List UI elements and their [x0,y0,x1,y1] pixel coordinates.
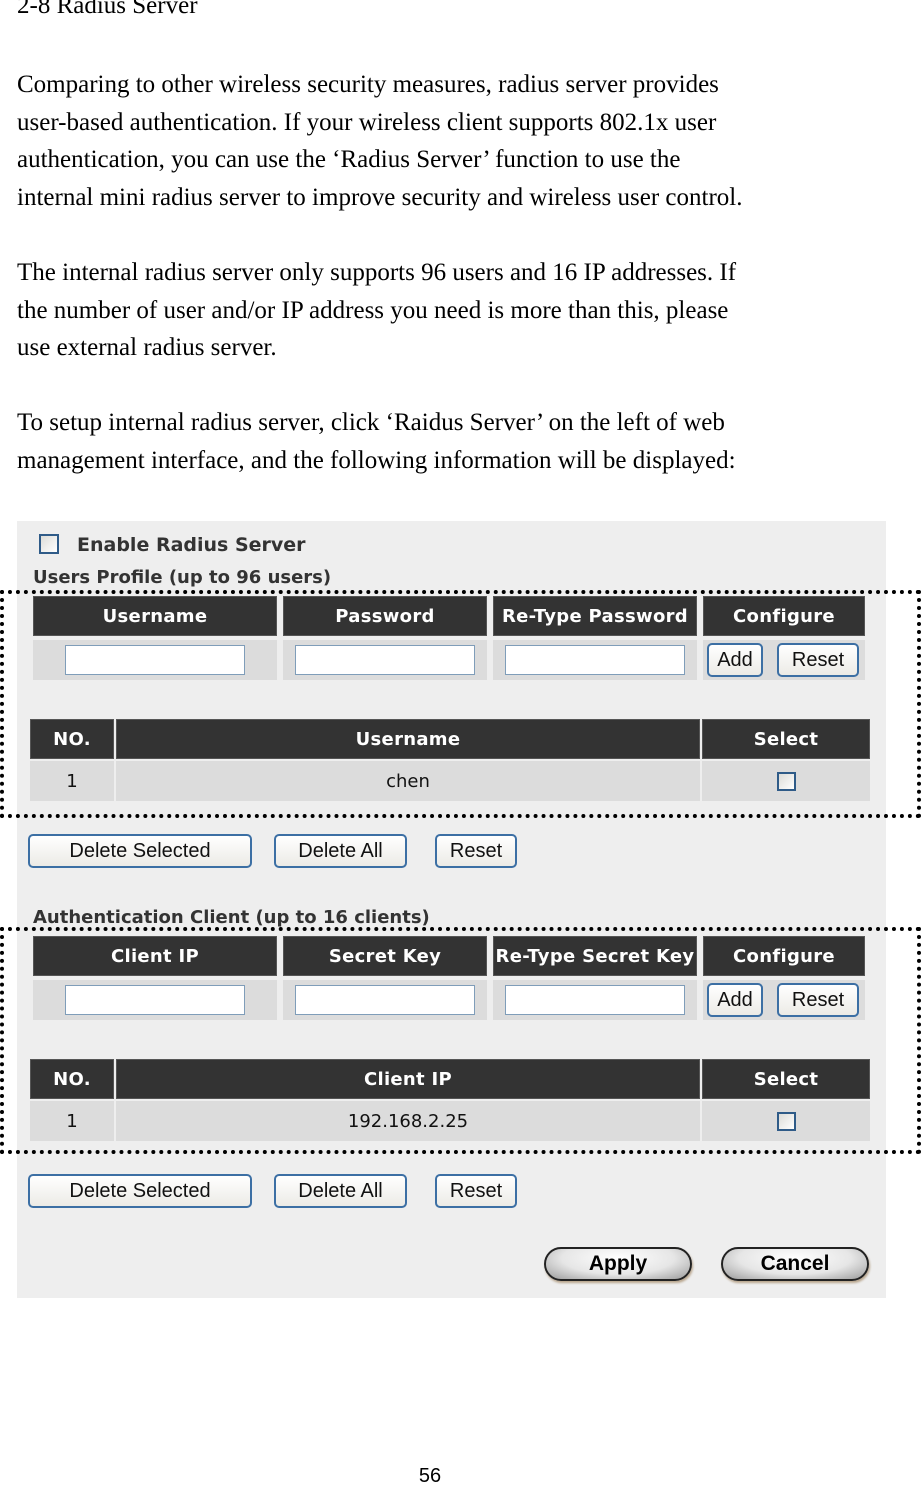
setup-paragraph: To setup internal radius server, click ‘… [17,409,736,474]
enable-radius-checkbox[interactable] [39,534,59,554]
users-row-select-checkbox[interactable] [776,771,796,791]
retype-secret-key-input[interactable] [505,985,685,1015]
clients-header-client-ip: Client IP [33,936,277,976]
users-delete-all-button[interactable]: Delete All [274,834,407,868]
client-ip-input[interactable] [65,985,245,1015]
clients-header-retype-secret-key: Re-Type Secret Key [493,936,697,976]
users-reset-button[interactable]: Reset [777,643,859,677]
users-header-password: Password [283,596,487,636]
clients-list-header-no: NO. [30,1059,114,1099]
users-row-username: chen [116,761,700,801]
users-delete-selected-button[interactable]: Delete Selected [28,834,252,868]
clients-row-no: 1 [30,1101,114,1141]
users-list-header-username: Username [116,719,700,759]
page-number: 56 [418,1465,442,1487]
password-input[interactable] [295,645,475,675]
users-row-no: 1 [30,761,114,801]
users-profile-label: Users Profile (up to 96 users) [33,567,332,588]
clients-header-secret-key: Secret Key [283,936,487,976]
users-header-configure: Configure [703,596,865,636]
clients-delete-all-button[interactable]: Delete All [274,1174,407,1208]
clients-header-configure: Configure [703,936,865,976]
retype-password-input[interactable] [505,645,685,675]
clients-row-client-ip: 192.168.2.25 [116,1101,700,1141]
limits-paragraph: The internal radius server only supports… [17,259,737,362]
radius-server-panel: Enable Radius Server Users Profile (up t… [17,521,886,1298]
cancel-button[interactable]: Cancel [721,1247,869,1281]
clients-reset-button[interactable]: Reset [777,983,859,1017]
secret-key-input[interactable] [295,985,475,1015]
users-list-header-no: NO. [30,719,114,759]
users-header-retype-password: Re-Type Password [493,596,697,636]
username-input[interactable] [65,645,245,675]
clients-list-header-client-ip: Client IP [116,1059,700,1099]
apply-button[interactable]: Apply [544,1247,692,1281]
users-add-button[interactable]: Add [707,643,763,677]
clients-list-header-select: Select [702,1059,870,1099]
enable-radius-label: Enable Radius Server [77,534,306,556]
auth-client-label: Authentication Client (up to 16 clients) [33,907,430,928]
users-list-reset-button[interactable]: Reset [435,834,517,868]
users-list-header-select: Select [702,719,870,759]
clients-row-select-checkbox[interactable] [776,1111,796,1131]
section-title: 2-8 Radius Server [17,0,198,19]
clients-delete-selected-button[interactable]: Delete Selected [28,1174,252,1208]
clients-add-button[interactable]: Add [707,983,763,1017]
clients-list-reset-button[interactable]: Reset [435,1174,517,1208]
users-header-username: Username [33,596,277,636]
intro-paragraph: Comparing to other wireless security mea… [17,71,743,211]
